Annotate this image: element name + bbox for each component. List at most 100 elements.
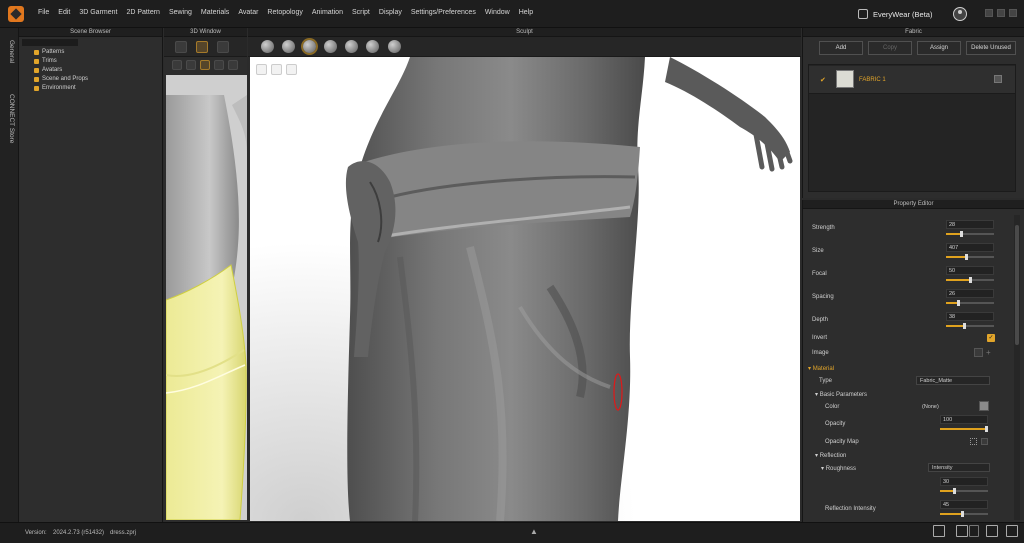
workspace-icon [858,9,868,19]
roughness-header[interactable]: ▾ Roughness [821,465,856,472]
reflection-header[interactable]: ▾ Reflection [815,452,846,459]
window3d-toolbar [164,37,247,57]
layout-split-icon[interactable] [956,525,968,537]
menu-retopology[interactable]: Retopology [267,9,302,16]
strength-slider[interactable] [946,231,994,237]
tree-item-trims[interactable]: Trims [34,58,57,64]
sculpt-export-icon[interactable] [286,64,297,75]
scene-search-input[interactable] [22,39,78,46]
menu-materials[interactable]: Materials [201,9,229,16]
layout-custom-icon[interactable] [1006,525,1018,537]
scene-browser-panel: Scene Browser [19,28,163,522]
avatar-display-icon[interactable] [186,60,196,70]
workspace-switcher[interactable]: EveryWear (Beta) [858,7,932,21]
menu-sewing[interactable]: Sewing [169,9,192,16]
opacity-map-label: Opacity Map [825,439,859,445]
opacity-input[interactable]: 100 [940,415,988,424]
fabric-add-button[interactable]: Add [819,41,863,55]
sculpt-zoom-icon[interactable] [271,64,282,75]
menu-help[interactable]: Help [519,9,533,16]
layout-grid-icon[interactable] [986,525,998,537]
app-logo-icon [8,6,24,22]
tab-connect-store[interactable]: CONNECT Store [8,94,15,143]
menu-display[interactable]: Display [379,9,402,16]
roughness-input[interactable]: 30 [940,477,988,486]
tree-item-avatars[interactable]: Avatars [34,67,62,73]
image-add-icon[interactable]: + [986,348,991,357]
fabric-options-icon[interactable] [994,75,1002,83]
sculpt-brush-flatten-icon[interactable] [324,40,337,53]
minimize-icon[interactable] [985,9,993,17]
sculpt-viewport[interactable] [250,57,800,521]
menu-file[interactable]: File [38,9,49,16]
sculpt-brush-draw-icon[interactable] [261,40,274,53]
scene-browser-title: Scene Browser [19,28,162,37]
invert-checkbox[interactable]: ✓ [987,334,995,342]
menu-edit[interactable]: Edit [58,9,70,16]
sculpt-brush-inflate-icon[interactable] [303,40,316,53]
window3d-subtoolbar [164,57,247,75]
reflection-intensity-slider[interactable] [940,511,988,517]
move-tool-icon[interactable] [196,41,208,53]
menu-2d-pattern[interactable]: 2D Pattern [126,9,159,16]
window3d-viewport[interactable] [166,75,247,520]
maximize-icon[interactable] [997,9,1005,17]
size-label: Size [812,248,824,254]
scene-props-icon [34,76,39,82]
color-label: Color [825,404,840,410]
color-swatch[interactable] [979,401,989,411]
size-input[interactable]: 407 [946,243,994,252]
focal-input[interactable]: 50 [946,266,994,275]
menu-window[interactable]: Window [485,9,510,16]
fabric-assign-button[interactable]: Assign [917,41,961,55]
depth-slider[interactable] [946,323,994,329]
spacing-slider[interactable] [946,300,994,306]
tree-item-patterns[interactable]: Patterns [34,49,64,55]
menu-avatar[interactable]: Avatar [238,9,258,16]
view-mode-icon[interactable] [172,60,182,70]
menu-animation[interactable]: Animation [312,9,343,16]
image-dropdown-icon[interactable] [974,348,983,357]
opacity-slider[interactable] [940,426,988,432]
close-icon[interactable] [1009,9,1017,17]
tree-item-environment[interactable]: Environment [34,85,76,91]
size-slider[interactable] [946,254,994,260]
sculpt-brush-grab-icon[interactable] [388,40,401,53]
strength-input[interactable]: 28 [946,220,994,229]
status-bar: Version: 2024.2.73 (r51432) dress.zprj ▲ [0,522,1024,543]
sculpt-brush-crease-icon[interactable] [366,40,379,53]
roughness-slider[interactable] [940,488,988,494]
layout-single-icon[interactable] [933,525,945,537]
fabric-list-item[interactable]: ✔ FABRIC 1 [809,66,1015,94]
depth-input[interactable]: 38 [946,312,994,321]
spacing-input[interactable]: 26 [946,289,994,298]
fabric-copy-button[interactable]: Copy [868,41,912,55]
sculpt-undo-icon[interactable] [256,64,267,75]
type-dropdown[interactable]: Fabric_Matte [916,376,990,385]
roughness-mode-dropdown[interactable]: Intensity [928,463,990,472]
reflection-intensity-input[interactable]: 45 [940,500,988,509]
menu-settings[interactable]: Settings/Preferences [411,9,476,16]
sculpt-brush-smooth-icon[interactable] [282,40,295,53]
tab-general[interactable]: General [8,40,15,63]
menu-3d-garment[interactable]: 3D Garment [79,9,117,16]
pin-display-icon[interactable] [214,60,224,70]
avatars-icon [34,67,39,73]
menu-script[interactable]: Script [352,9,370,16]
opacity-map-browse-icon[interactable] [970,438,977,445]
user-avatar-icon[interactable] [953,7,967,21]
select-mesh-icon[interactable] [175,41,187,53]
expand-up-icon[interactable]: ▲ [530,527,538,536]
material-section-header[interactable]: ▾ Material [808,365,834,372]
tack-tool-icon[interactable] [217,41,229,53]
texture-display-icon[interactable] [228,60,238,70]
garment-display-icon[interactable] [200,60,210,70]
focal-slider[interactable] [946,277,994,283]
tree-item-scene-props[interactable]: Scene and Props [34,76,88,82]
basic-parameters-header[interactable]: ▾ Basic Parameters [815,391,867,398]
property-scrollbar-thumb[interactable] [1015,225,1019,345]
sculpt-brush-pinch-icon[interactable] [345,40,358,53]
layout-2d-icon[interactable] [969,525,979,537]
opacity-map-clear-icon[interactable] [981,438,988,445]
fabric-delete-unused-button[interactable]: Delete Unused [966,41,1016,55]
